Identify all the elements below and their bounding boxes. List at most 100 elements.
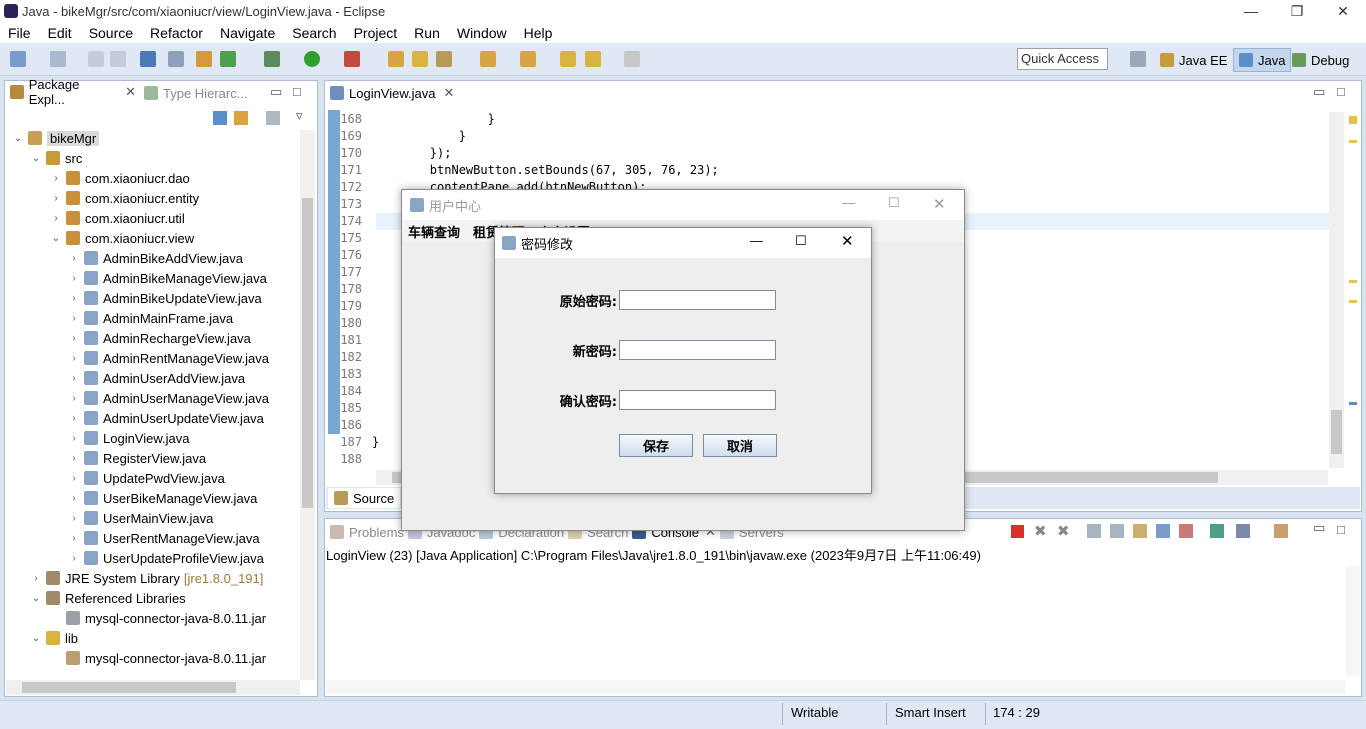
code-line[interactable]: 186 [330,418,372,435]
refresh-icon[interactable] [220,51,236,67]
code-line[interactable]: 185 [330,401,372,418]
editor-vscrollbar[interactable] [1329,112,1344,468]
tree-java-file[interactable]: › UserMainView.java [68,508,213,528]
chevron-right-icon[interactable]: › [68,353,80,364]
warning-marker[interactable] [1349,280,1357,283]
code-line[interactable]: 187} [330,435,379,452]
menu-help[interactable]: Help [524,25,553,41]
user-center-minimize-button[interactable]: — [842,195,855,210]
minimize-view-icon[interactable]: ▭ [270,84,282,100]
menu-window[interactable]: Window [457,25,507,41]
tree-java-file[interactable]: › UserBikeManageView.java [68,488,257,508]
tab-problems[interactable]: Problems [349,525,404,540]
chevron-right-icon[interactable]: › [68,553,80,564]
chevron-right-icon[interactable]: › [68,453,80,464]
explorer-hscroll-thumb[interactable] [22,682,236,693]
open-type-icon[interactable] [388,51,404,67]
explorer-hscrollbar[interactable] [6,680,300,695]
scroll-lock-icon[interactable] [1110,524,1124,538]
chevron-down-icon[interactable]: ⌄ [50,233,62,244]
show-console-icon[interactable] [1156,524,1170,538]
tab-package-explorer[interactable]: Package Expl... ✕ [6,77,136,107]
chevron-right-icon[interactable]: › [68,473,80,484]
chevron-right-icon[interactable]: › [68,313,80,324]
code-line[interactable]: 175 [330,231,372,248]
user-center-maximize-button[interactable]: ☐ [888,195,900,211]
tree-java-file[interactable]: › UpdatePwdView.java [68,468,225,488]
tree-java-file[interactable]: › UserUpdateProfileView.java [68,548,264,568]
collapse-all-icon[interactable] [213,111,227,125]
tree-java-file[interactable]: › AdminBikeAddView.java [68,248,243,268]
perspective-java[interactable]: Java [1233,48,1292,72]
maximize-editor-icon[interactable]: □ [1337,84,1345,99]
chevron-right-icon[interactable]: › [68,493,80,504]
menu-file[interactable]: File [8,25,31,41]
editor-vscroll-thumb[interactable] [1331,410,1342,454]
code-line[interactable]: 171 btnNewButton.setBounds(67, 305, 76, … [330,163,718,180]
tree-jre-library[interactable]: › JRE System Library [jre1.8.0_191] [30,568,263,588]
menu-project[interactable]: Project [354,25,398,41]
dialog-close-button[interactable]: ✕ [841,232,854,250]
filter-icon[interactable] [266,111,280,125]
explorer-vscrollbar[interactable] [300,130,315,680]
cancel-button[interactable]: 取消 [703,434,777,457]
save-button[interactable]: 保存 [619,434,693,457]
tab-type-hierarchy[interactable]: Type Hierarc... [140,81,260,105]
selection-marker[interactable] [1349,402,1357,405]
last-edit-icon[interactable] [560,51,576,67]
menu-source[interactable]: Source [89,25,133,41]
prev-annotation-icon[interactable] [520,51,536,67]
tree-java-file[interactable]: › AdminMainFrame.java [68,308,233,328]
code-line[interactable]: 174 [330,214,372,231]
save-icon[interactable] [88,51,104,67]
chevron-right-icon[interactable]: › [68,413,80,424]
chevron-right-icon[interactable]: › [50,213,62,224]
terminate-icon[interactable] [1011,525,1024,538]
tree-java-file[interactable]: › AdminUserAddView.java [68,368,245,388]
tree-java-file[interactable]: › AdminBikeManageView.java [68,268,266,288]
new-project-icon[interactable] [50,51,66,67]
code-line[interactable]: 179 [330,299,372,316]
chevron-right-icon[interactable]: › [68,293,80,304]
chevron-right-icon[interactable]: › [68,373,80,384]
chevron-right-icon[interactable]: › [68,533,80,544]
tree-package[interactable]: ⌄ com.xiaoniucr.view [50,228,194,248]
tree-referenced-libraries[interactable]: ⌄ Referenced Libraries [30,588,186,608]
tree-package[interactable]: › com.xiaoniucr.entity [50,188,199,208]
debug-icon[interactable] [264,51,280,67]
tree-package[interactable]: › com.xiaoniucr.dao [50,168,189,188]
code-line[interactable]: 168 } [330,112,495,129]
new-password-field[interactable] [619,340,776,360]
minimize-editor-icon[interactable]: ▭ [1313,84,1325,100]
skip-breakpoints-icon[interactable] [168,51,184,67]
menu-run[interactable]: Run [414,25,440,41]
warning-marker[interactable] [1349,140,1357,143]
tree-java-file[interactable]: › AdminRechargeView.java [68,328,251,348]
tree-jar-file[interactable]: mysql-connector-java-8.0.11.jar [50,608,266,628]
remove-launch-icon[interactable]: ✖ [1034,522,1047,540]
run-icon[interactable] [304,51,320,67]
chevron-right-icon[interactable]: › [68,513,80,524]
chevron-right-icon[interactable]: › [50,173,62,184]
code-line[interactable]: 188 [330,452,372,469]
tree-lib-folder[interactable]: ⌄ lib [30,628,78,648]
code-line[interactable]: 182 [330,350,372,367]
tree-java-file[interactable]: › AdminRentManageView.java [68,348,269,368]
search-tool-icon[interactable] [436,51,452,67]
pin-console-icon[interactable] [1210,524,1224,538]
show-errors-icon[interactable] [1179,524,1193,538]
code-line[interactable]: 176 [330,248,372,265]
console-vscrollbar[interactable] [1346,566,1360,676]
chevron-down-icon[interactable]: ⌄ [30,593,42,604]
view-menu-icon[interactable]: ▿ [296,108,303,124]
minimize-button[interactable]: — [1228,0,1274,22]
code-line[interactable]: 173 [330,197,372,214]
code-line[interactable]: 170 }); [330,146,451,163]
remove-all-icon[interactable]: ✖ [1057,522,1070,540]
original-password-field[interactable] [619,290,776,310]
tree-java-file[interactable]: › LoginView.java [68,428,189,448]
tab-loginview[interactable]: LoginView.java ✕ [326,81,456,105]
code-line[interactable]: 180 [330,316,372,333]
chevron-right-icon[interactable]: › [68,273,80,284]
link-editor-icon[interactable] [234,111,248,125]
